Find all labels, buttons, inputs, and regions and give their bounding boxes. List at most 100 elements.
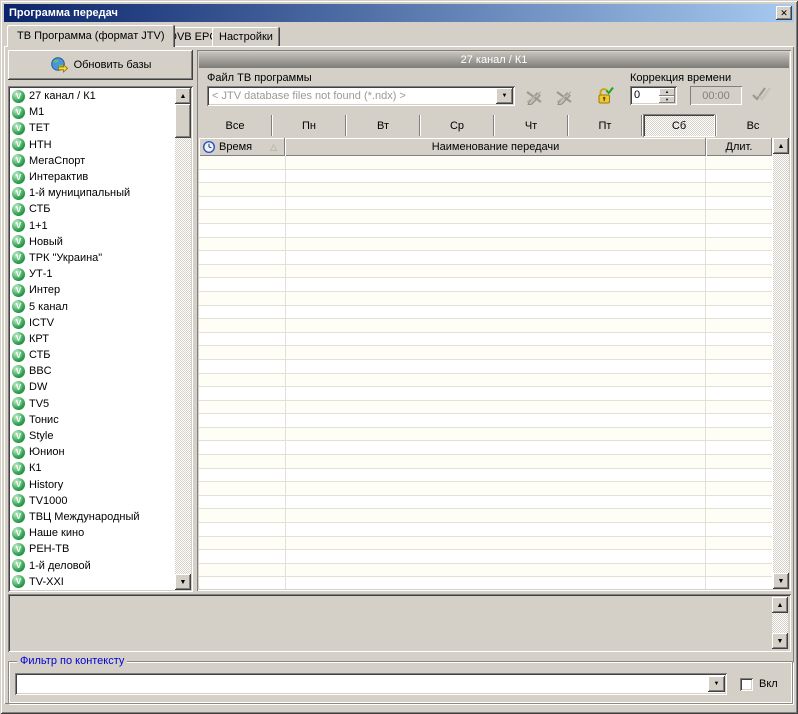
title-bar[interactable]: Программа передач ✕ <box>4 4 794 22</box>
spin-down-button[interactable]: ▼ <box>659 96 675 104</box>
scrollbar-thumb[interactable] <box>175 104 191 138</box>
description-scrollbar[interactable]: ▲ ▼ <box>772 597 788 649</box>
filter-combo[interactable]: ▼ <box>15 673 727 695</box>
channel-list-item[interactable]: VУТ-1 <box>10 266 174 282</box>
channel-list-item[interactable]: V1+1 <box>10 218 174 234</box>
channel-list-item[interactable]: VTV5 <box>10 396 174 412</box>
channel-list-item[interactable]: VHistory <box>10 477 174 493</box>
day-tab-all[interactable]: Все <box>199 114 271 137</box>
channel-listbox[interactable]: V27 канал / К1VМ1VТЕТVНТНVМегаСпортVИнте… <box>8 86 193 592</box>
spin-up-button[interactable]: ▲ <box>659 88 675 96</box>
selected-channel-name: 27 канал / К1 <box>461 54 528 66</box>
channel-list-item[interactable]: VICTV <box>10 315 174 331</box>
day-tab-вт[interactable]: Вт <box>347 114 419 137</box>
correction-spinner[interactable]: ▲ ▼ <box>659 88 675 103</box>
channel-name: Наше кино <box>29 527 84 539</box>
update-databases-button[interactable]: Обновить базы <box>8 50 193 80</box>
channel-list-item[interactable]: VDW <box>10 379 174 395</box>
channel-v-icon: V <box>12 478 25 491</box>
grid-scrollbar[interactable]: ▲ ▼ <box>772 138 789 589</box>
close-button[interactable]: ✕ <box>776 6 792 20</box>
channel-v-icon: V <box>12 510 25 523</box>
arrow-up-icon: ▲ <box>180 93 187 100</box>
scroll-up-button[interactable]: ▲ <box>772 597 788 613</box>
scroll-down-button[interactable]: ▼ <box>175 574 191 590</box>
channel-list-item[interactable]: VИнтер <box>10 282 174 298</box>
scroll-down-button[interactable]: ▼ <box>772 633 788 649</box>
channel-name: 27 канал / К1 <box>29 90 96 102</box>
channel-list-item[interactable]: VНТН <box>10 137 174 153</box>
correction-label: Коррекция времени <box>630 72 731 84</box>
scroll-up-button[interactable]: ▲ <box>175 88 191 104</box>
channel-v-icon: V <box>12 446 25 459</box>
scroll-down-button[interactable]: ▼ <box>773 573 789 589</box>
day-tab-пн[interactable]: Пн <box>273 114 345 137</box>
channel-v-icon: V <box>12 543 25 556</box>
channel-list-item[interactable]: VМегаСпорт <box>10 153 174 169</box>
arrow-down-icon: ▼ <box>180 579 187 586</box>
channel-name: Юнион <box>29 446 65 458</box>
column-header-time[interactable]: Время △ <box>199 138 285 156</box>
channel-list-item[interactable]: V1-й деловой <box>10 557 174 573</box>
update-globe-icon <box>50 57 68 73</box>
day-tab-пт[interactable]: Пт <box>569 114 641 137</box>
file-combo-dropdown-button[interactable]: ▼ <box>496 88 513 104</box>
channel-list-scrollbar[interactable]: ▲ ▼ <box>175 88 191 590</box>
day-tab-label: Вс <box>747 120 760 132</box>
channel-v-icon: V <box>12 268 25 281</box>
channel-list-item[interactable]: VTV1000 <box>10 493 174 509</box>
day-tab-чт[interactable]: Чт <box>495 114 567 137</box>
channel-list-item[interactable]: VТонис <box>10 412 174 428</box>
correction-spin-edit[interactable]: 0 ▲ ▼ <box>630 86 677 105</box>
column-header-name[interactable]: Наименование передачи <box>285 138 706 156</box>
channel-list-item[interactable]: VРЕН-ТВ <box>10 541 174 557</box>
tab-settings[interactable]: Настройки <box>212 27 280 46</box>
channel-name: 1-й муниципальный <box>29 187 130 199</box>
day-tab-ср[interactable]: Ср <box>421 114 493 137</box>
arrow-up-icon: ▲ <box>778 143 785 150</box>
lock-button[interactable] <box>593 85 615 105</box>
channel-list-item[interactable]: V5 канал <box>10 298 174 314</box>
channel-list-item[interactable]: VКРТ <box>10 331 174 347</box>
column-label: Наименование передачи <box>432 141 560 153</box>
channel-list-item[interactable]: VНовый <box>10 234 174 250</box>
scroll-up-button[interactable]: ▲ <box>773 138 789 154</box>
tab-tv-program-jtv[interactable]: ТВ Программа (формат JTV) <box>7 25 175 47</box>
channel-list-item[interactable]: VМ1 <box>10 104 174 120</box>
channel-list-item[interactable]: VTV-XXI <box>10 574 174 590</box>
channel-v-icon: V <box>12 462 25 475</box>
tab-label: DVB EPG <box>169 31 218 43</box>
chevron-down-icon: ▼ <box>502 93 508 99</box>
channel-list-item[interactable]: VСТБ <box>10 347 174 363</box>
channel-v-icon: V <box>12 235 25 248</box>
apply-correction-button[interactable] <box>750 84 772 104</box>
channel-list-item[interactable]: VНаше кино <box>10 525 174 541</box>
channel-v-icon: V <box>12 203 25 216</box>
arrow-down-icon: ▼ <box>778 578 785 585</box>
channel-name: TV5 <box>29 398 49 410</box>
column-header-duration[interactable]: Длит. <box>706 138 772 156</box>
scrollbar-track[interactable] <box>175 88 191 590</box>
channel-list-item[interactable]: V27 канал / К1 <box>10 88 174 104</box>
channel-v-icon: V <box>12 138 25 151</box>
file-combo-value: < JTV database files not found (*.ndx) > <box>209 90 496 102</box>
channel-list-item[interactable]: V1-й муниципальный <box>10 185 174 201</box>
day-tab-вс[interactable]: Вс <box>717 114 789 137</box>
channel-list-item[interactable]: V Юнион <box>10 444 174 460</box>
channel-list-item[interactable]: VСТБ <box>10 201 174 217</box>
channel-list-item[interactable]: VТВЦ Международный <box>10 509 174 525</box>
scrollbar-track[interactable] <box>773 138 789 589</box>
channel-list-item[interactable]: VИнтерактив <box>10 169 174 185</box>
channel-list-item[interactable]: VТЕТ <box>10 120 174 136</box>
tv-program-file-combo[interactable]: < JTV database files not found (*.ndx) >… <box>207 86 515 106</box>
channel-list-item[interactable]: VК1 <box>10 460 174 476</box>
correction-value: 0 <box>630 86 659 105</box>
channel-list-item[interactable]: VТРК "Украина" <box>10 250 174 266</box>
channel-list-item[interactable]: VBBC <box>10 363 174 379</box>
unbind-program-button[interactable] <box>523 87 545 107</box>
filter-enable-checkbox[interactable] <box>740 678 753 691</box>
day-tab-сб[interactable]: Сб <box>643 114 715 137</box>
filter-combo-dropdown-button[interactable]: ▼ <box>708 676 725 692</box>
clear-program-button[interactable] <box>553 87 575 107</box>
channel-list-item[interactable]: VStyle <box>10 428 174 444</box>
